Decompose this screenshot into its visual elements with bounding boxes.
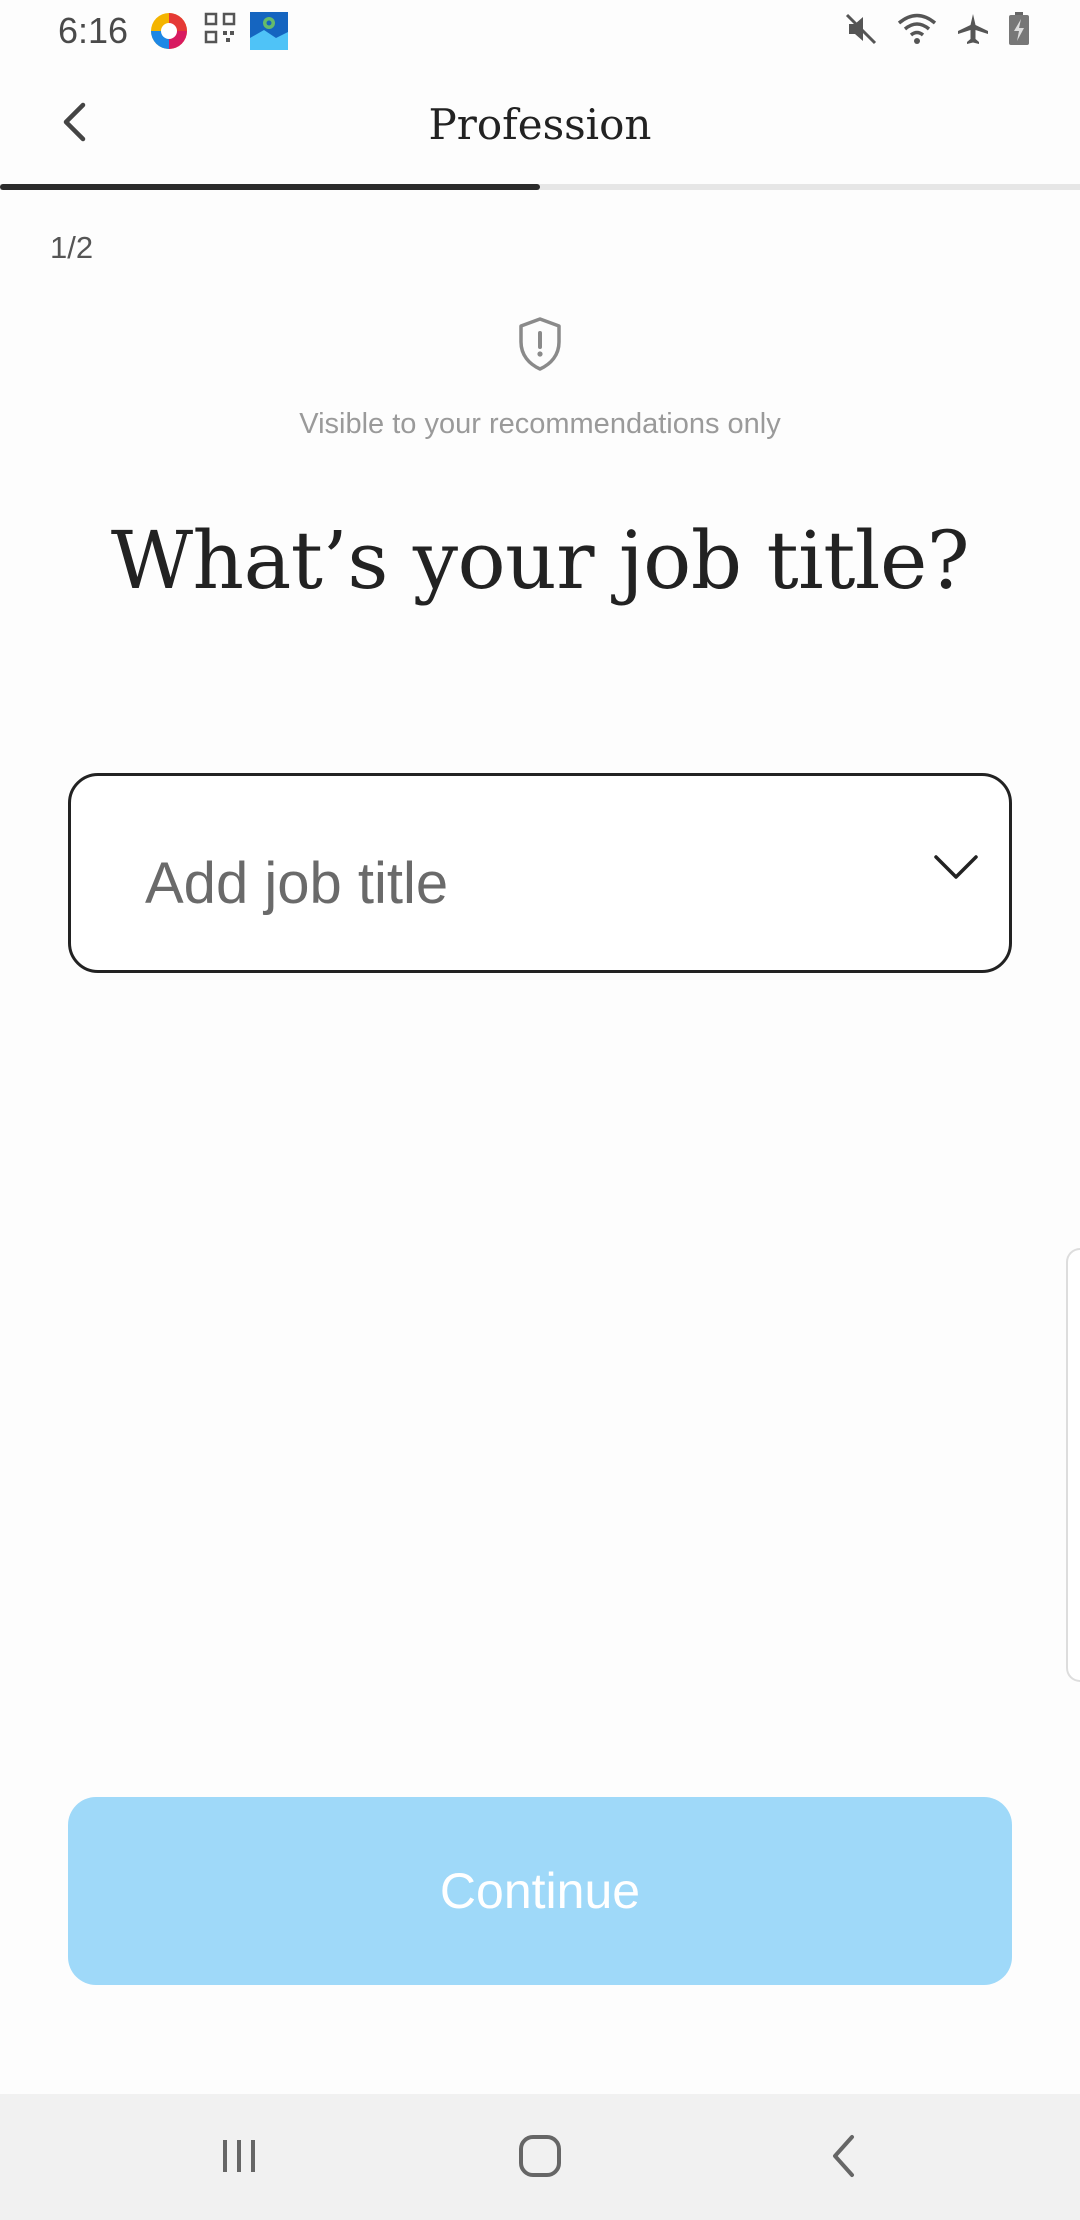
job-title-dropdown[interactable]: Add job title — [68, 773, 1012, 973]
status-icons — [844, 12, 1030, 50]
step-counter: 1/2 — [50, 230, 94, 265]
home-button[interactable] — [505, 2126, 575, 2190]
battery-charging-icon — [1008, 12, 1030, 50]
app-header: Profession — [0, 64, 1080, 184]
recent-apps-button[interactable] — [204, 2126, 274, 2190]
home-icon — [517, 2133, 563, 2183]
progress-fill — [0, 184, 540, 190]
browser-app-icon — [150, 12, 188, 50]
qr-scanner-app-icon — [204, 12, 242, 50]
wifi-icon — [896, 12, 938, 50]
job-title-placeholder: Add job title — [145, 851, 449, 916]
back-icon — [828, 2133, 858, 2183]
recent-apps-icon — [217, 2136, 261, 2180]
progress-bar — [0, 184, 1080, 190]
page-title: Profession — [428, 100, 652, 149]
shield-icon — [516, 316, 564, 372]
edge-panel-handle[interactable] — [1066, 1248, 1080, 1682]
mute-icon — [844, 12, 878, 50]
status-bar: 6:16 — [0, 0, 1080, 64]
chevron-down-icon — [933, 852, 979, 882]
nav-back-button[interactable] — [808, 2126, 878, 2190]
question-heading: What’s your job title? — [110, 514, 970, 607]
continue-button[interactable]: Continue — [68, 1797, 1012, 1985]
status-time: 6:16 — [58, 10, 129, 51]
maps-app-icon — [250, 12, 288, 50]
airplane-mode-icon — [956, 12, 990, 50]
system-nav-bar — [0, 2094, 1080, 2220]
visibility-note: Visible to your recommendations only — [299, 408, 781, 440]
